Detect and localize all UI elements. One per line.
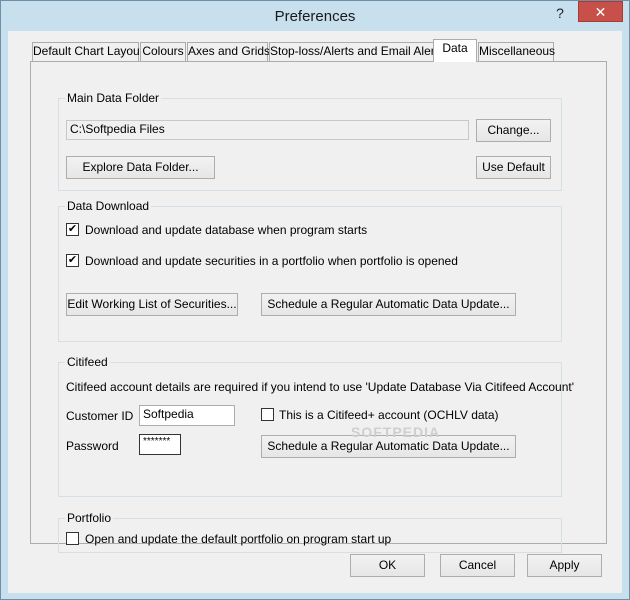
edit-working-list-button[interactable]: Edit Working List of Securities...	[66, 293, 238, 316]
change-folder-button[interactable]: Change...	[476, 119, 551, 142]
portfolio-group: Portfolio Open and update the default po…	[58, 511, 562, 553]
data-tab-panel: Main Data Folder C:\Softpedia Files Chan…	[30, 61, 607, 553]
open-default-portfolio-checkbox[interactable]	[66, 532, 79, 545]
tab-stop-loss-alerts[interactable]: Stop-loss/Alerts and Email Alerts	[269, 42, 444, 61]
tab-data[interactable]: Data	[433, 39, 477, 62]
close-button[interactable]: ✕	[578, 1, 623, 22]
open-default-portfolio-label: Open and update the default portfolio on…	[85, 532, 392, 546]
cancel-button[interactable]: Cancel	[440, 554, 515, 577]
preferences-window: Preferences ? ✕ Default Chart Layout Col…	[0, 0, 630, 600]
download-portfolio-label: Download and update securities in a port…	[85, 254, 458, 268]
data-download-legend: Data Download	[65, 199, 152, 213]
download-on-start-label: Download and update database when progra…	[85, 223, 368, 237]
citifeed-info-text: Citifeed account details are required if…	[66, 380, 575, 394]
tab-colours[interactable]: Colours	[140, 42, 186, 61]
portfolio-legend: Portfolio	[65, 511, 114, 525]
use-default-button[interactable]: Use Default	[476, 156, 551, 179]
apply-button[interactable]: Apply	[527, 554, 602, 577]
main-data-folder-group: Main Data Folder C:\Softpedia Files Chan…	[58, 91, 562, 191]
dialog-client-area: Default Chart Layout Colours Axes and Gr…	[8, 31, 622, 593]
help-button[interactable]: ?	[547, 3, 573, 23]
download-on-start-checkbox[interactable]: ✔	[66, 223, 79, 236]
download-portfolio-checkbox[interactable]: ✔	[66, 254, 79, 267]
title-bar[interactable]: Preferences ? ✕	[1, 1, 629, 31]
softpedia-watermark: SOFTPEDIA	[351, 424, 441, 440]
citifeed-plus-label: This is a Citifeed+ account (OCHLV data)	[279, 408, 499, 422]
customer-id-input[interactable]: Softpedia	[139, 405, 235, 426]
main-data-folder-legend: Main Data Folder	[65, 91, 162, 105]
tab-default-chart-layout[interactable]: Default Chart Layout	[32, 42, 143, 61]
ok-button[interactable]: OK	[350, 554, 425, 577]
password-input[interactable]: *******	[139, 434, 181, 455]
citifeed-plus-checkbox[interactable]	[261, 408, 274, 421]
data-download-group: Data Download ✔ Download and update data…	[58, 199, 562, 342]
explore-data-folder-button[interactable]: Explore Data Folder...	[66, 156, 215, 179]
password-label: Password	[66, 439, 119, 453]
customer-id-label: Customer ID	[66, 409, 134, 423]
citifeed-legend: Citifeed	[65, 355, 110, 369]
citifeed-group: Citifeed Citifeed account details are re…	[58, 355, 574, 497]
tab-axes-and-grids[interactable]: Axes and Grids	[187, 42, 270, 61]
data-folder-path-field: C:\Softpedia Files	[66, 120, 469, 140]
schedule-data-update-button[interactable]: Schedule a Regular Automatic Data Update…	[261, 293, 516, 316]
window-title: Preferences	[274, 8, 356, 25]
tab-miscellaneous[interactable]: Miscellaneous	[478, 42, 555, 61]
